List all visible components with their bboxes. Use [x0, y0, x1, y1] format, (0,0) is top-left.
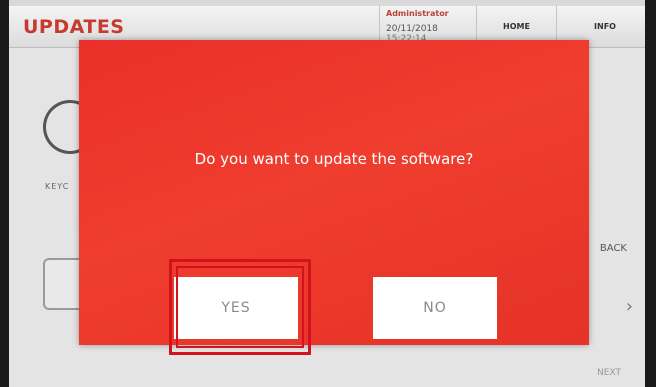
no-button[interactable]: NO [373, 277, 497, 339]
next-arrow-icon[interactable]: › [626, 296, 633, 317]
page-title: UPDATES [23, 16, 125, 38]
next-label: NEXT [597, 368, 621, 378]
device-screen: UPDATES Administrator 20/11/2018 15:22:1… [9, 0, 645, 387]
current-date: 20/11/2018 [386, 24, 438, 34]
update-confirm-dialog: Do you want to update the software? YES … [79, 40, 589, 345]
back-button[interactable]: BACK [600, 243, 627, 254]
user-name: Administrator [386, 9, 449, 18]
key-label: KEYC [45, 182, 70, 191]
dialog-question: Do you want to update the software? [194, 150, 474, 168]
yes-button[interactable]: YES [174, 277, 298, 339]
